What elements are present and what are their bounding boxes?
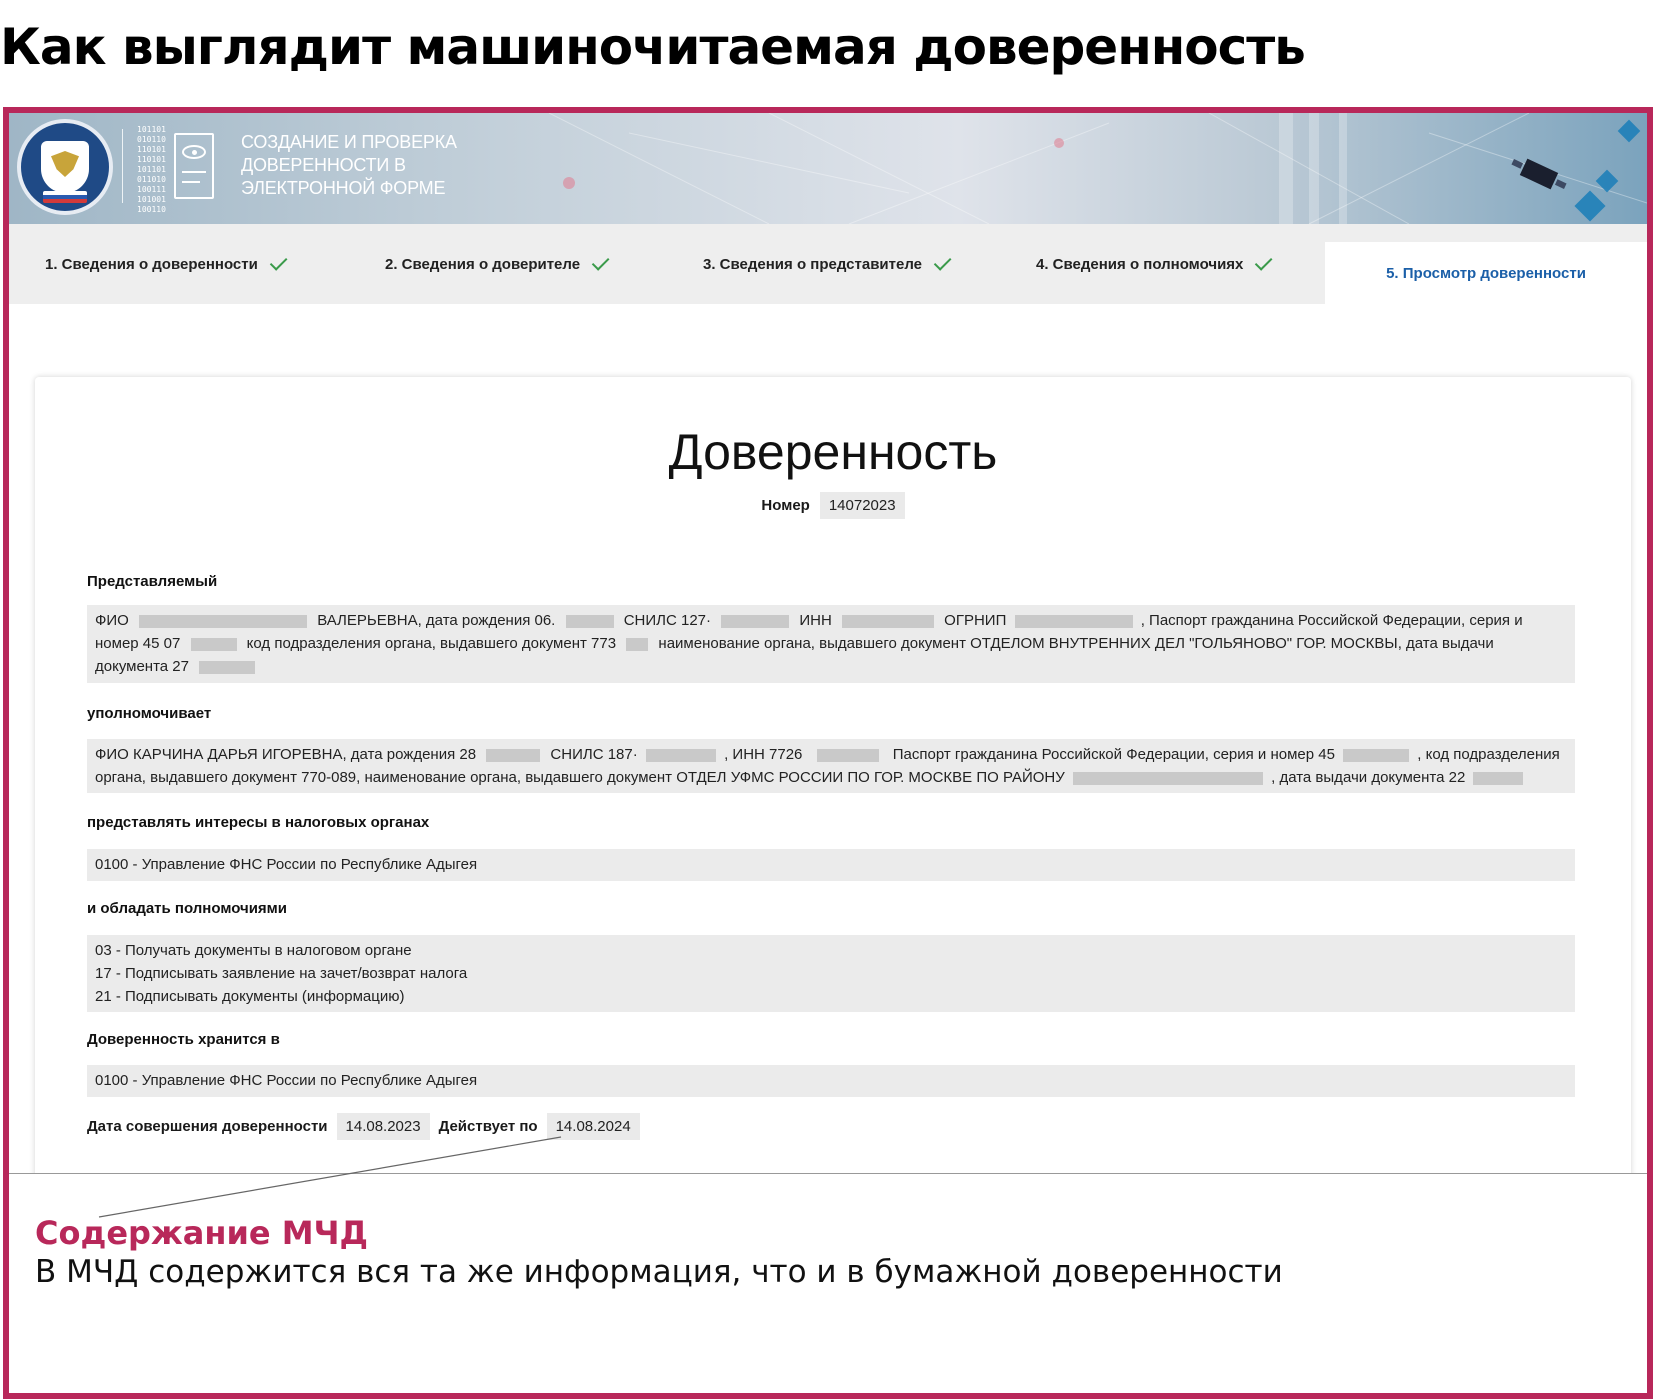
screenshot-frame: 101101 010110 110101 110101 101101 01101… <box>3 107 1653 1399</box>
callout-pointer-line <box>98 1136 562 1218</box>
article-headline: Как выглядит машиночитаемая доверенность <box>0 18 1306 76</box>
